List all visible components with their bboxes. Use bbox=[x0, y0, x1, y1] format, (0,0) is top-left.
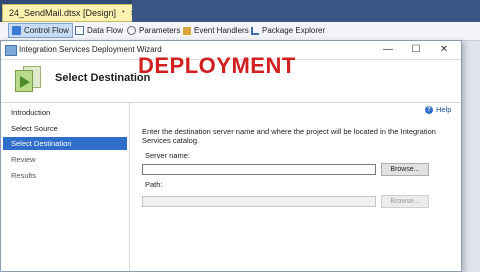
tab-parameters-label: Parameters bbox=[139, 26, 181, 35]
instructions-text: Enter the destination server name and wh… bbox=[142, 127, 436, 145]
page-title: Select Destination bbox=[55, 72, 151, 84]
maximize-button[interactable]: ☐ bbox=[405, 42, 427, 58]
path-input[interactable] bbox=[142, 196, 376, 207]
path-label: Path: bbox=[145, 180, 163, 189]
browse-path-button[interactable]: Browse... bbox=[381, 195, 429, 208]
server-name-label: Server name: bbox=[145, 151, 191, 160]
document-tab-title: 24_SendMail.dtsx [Design] bbox=[9, 8, 117, 18]
help-link[interactable]: ? Help bbox=[425, 105, 451, 114]
wizard-steps: Introduction Select Source Select Destin… bbox=[1, 103, 130, 271]
tab-data-flow[interactable]: Data Flow bbox=[72, 23, 126, 38]
step-select-source[interactable]: Select Source bbox=[3, 122, 127, 135]
browse-server-button[interactable]: Browse... bbox=[381, 163, 429, 176]
server-name-input[interactable] bbox=[142, 164, 376, 175]
document-tab-strip: 24_SendMail.dtsx [Design] • × bbox=[0, 0, 480, 22]
tab-package-explorer-label: Package Explorer bbox=[262, 26, 326, 35]
help-label: Help bbox=[436, 105, 452, 114]
control-flow-icon bbox=[12, 26, 21, 35]
package-explorer-icon bbox=[251, 26, 259, 35]
tab-data-flow-label: Data Flow bbox=[87, 26, 124, 35]
tab-strip-background bbox=[132, 0, 480, 22]
parameters-icon bbox=[127, 26, 136, 35]
wizard-app-icon bbox=[5, 45, 17, 56]
step-review[interactable]: Review bbox=[3, 153, 127, 166]
designer-toolbar: Control Flow Data Flow Parameters Event … bbox=[0, 22, 480, 41]
step-select-destination[interactable]: Select Destination bbox=[3, 137, 127, 150]
help-icon: ? bbox=[425, 105, 433, 114]
step-introduction[interactable]: Introduction bbox=[3, 106, 127, 119]
pin-icon[interactable]: • bbox=[122, 5, 124, 21]
tab-event-handlers-label: Event Handlers bbox=[194, 26, 249, 35]
data-flow-icon bbox=[75, 26, 84, 35]
deployment-overlay-caption: DEPLOYMENT bbox=[138, 53, 296, 78]
tab-event-handlers[interactable]: Event Handlers bbox=[180, 23, 252, 38]
tab-package-explorer[interactable]: Package Explorer bbox=[248, 23, 328, 38]
tab-control-flow-label: Control Flow bbox=[24, 26, 69, 35]
tab-control-flow[interactable]: Control Flow bbox=[8, 23, 73, 38]
deployment-icon bbox=[13, 66, 41, 94]
tab-parameters[interactable]: Parameters bbox=[124, 23, 183, 38]
document-tab[interactable]: 24_SendMail.dtsx [Design] • × bbox=[2, 4, 143, 22]
step-results[interactable]: Results bbox=[3, 169, 127, 182]
minimize-button[interactable]: — bbox=[377, 42, 399, 58]
event-handlers-icon bbox=[183, 26, 191, 35]
close-button[interactable]: ✕ bbox=[433, 42, 455, 58]
